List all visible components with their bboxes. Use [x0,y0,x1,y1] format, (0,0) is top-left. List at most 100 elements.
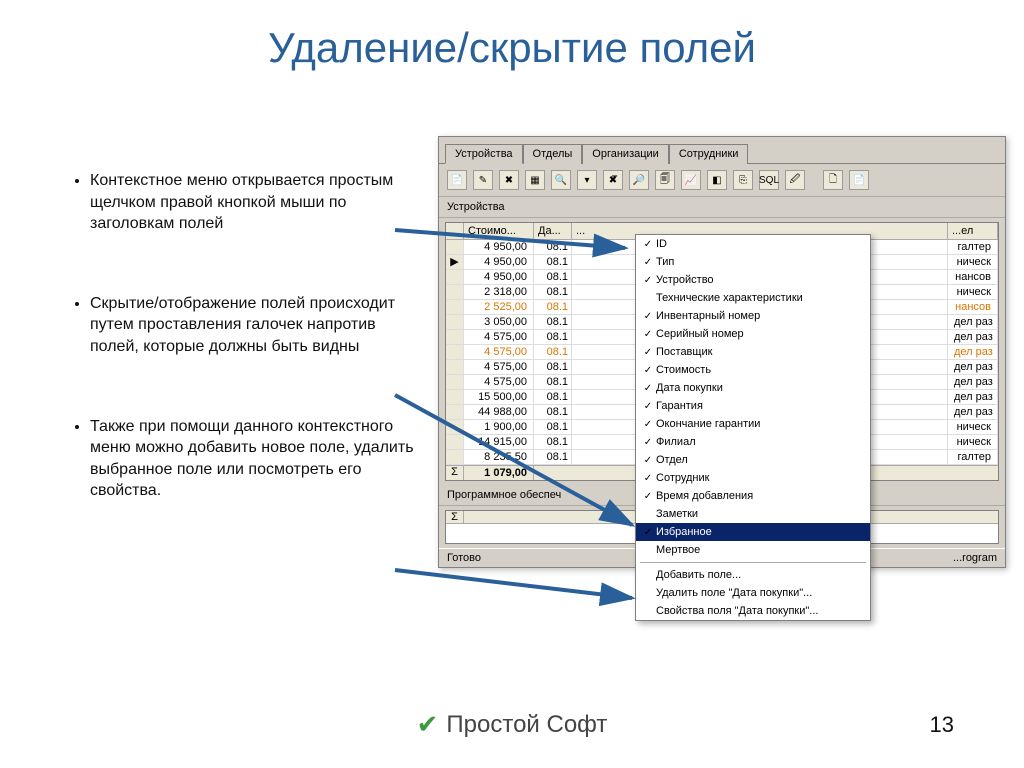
ctx-label: Свойства поля "Дата покупки"... [656,605,864,617]
status-right: ...rogram [953,552,997,564]
ctx-label: Гарантия [656,400,864,412]
cell-date: 08.1 [534,420,572,434]
check-icon: ✓ [640,419,656,430]
toolbar-button-5[interactable]: ▾ [577,170,597,190]
grid-header-marker[interactable] [446,223,464,239]
ctx-item[interactable]: ✓Филиал [636,433,870,451]
cell-date: 08.1 [534,285,572,299]
ctx-label: Сотрудник [656,472,864,484]
row-marker [446,285,464,299]
toolbar-button-15[interactable]: 🗋 [823,170,843,190]
cell-cost: 4 575,00 [464,330,534,344]
grid-header-cost[interactable]: Стоимо... [464,223,534,239]
cell-branch: дел раз [948,405,998,419]
check-icon: ✓ [640,365,656,376]
ctx-item[interactable]: ✓Тип [636,253,870,271]
toolbar: 📄 ✎ ✖ ▦ 🔍 ▾ ✖̅ 🔎 🗐 📈 ◧ ⎘ SQL 🖉 🗋 📄 [439,164,1005,197]
ctx-label: Стоимость [656,364,864,376]
tab-employees[interactable]: Сотрудники [669,144,749,164]
slide-title: Удаление/скрытие полей [0,0,1024,72]
context-menu[interactable]: ✓ID✓Тип✓УстройствоТехнические характерис… [635,234,871,621]
ctx-label: Поставщик [656,346,864,358]
bullet-item: Контекстное меню открывается простым щел… [90,170,420,235]
row-marker: ▶ [446,255,464,269]
cell-cost: 4 950,00 [464,240,534,254]
cell-cost: 2 525,00 [464,300,534,314]
ctx-action[interactable]: Свойства поля "Дата покупки"... [636,602,870,620]
ctx-item[interactable]: Технические характеристики [636,289,870,307]
status-text: Готово [447,552,481,564]
ctx-label: Отдел [656,454,864,466]
check-icon: ✓ [640,437,656,448]
ctx-item[interactable]: ✓Избранное [636,523,870,541]
row-marker [446,315,464,329]
row-marker [446,240,464,254]
grid-header-date[interactable]: Да... [534,223,572,239]
ctx-label: Технические характеристики [656,292,864,304]
row-marker [446,345,464,359]
toolbar-button-12[interactable]: SQL [759,170,779,190]
check-icon: ✓ [640,455,656,466]
ctx-label: Дата покупки [656,382,864,394]
toolbar-button-9[interactable]: 📈 [681,170,701,190]
cell-date: 08.1 [534,390,572,404]
section-label: Устройства [439,197,1005,218]
page-number: 13 [930,712,954,738]
ctx-label: Инвентарный номер [656,310,864,322]
toolbar-button-8[interactable]: 🗐 [655,170,675,190]
toolbar-button-3[interactable]: ▦ [525,170,545,190]
cell-date: 08.1 [534,435,572,449]
bullet-item: Также при помощи данного контекстного ме… [90,416,420,502]
cell-date: 08.1 [534,315,572,329]
cell-cost: 4 575,00 [464,345,534,359]
toolbar-button-1[interactable]: ✎ [473,170,493,190]
cell-branch: дел раз [948,330,998,344]
grid-sum-value: 1 079,00 [464,466,534,480]
ctx-label: Серийный номер [656,328,864,340]
grid-header-branch[interactable]: ...ел [948,223,998,239]
ctx-item[interactable]: ✓Серийный номер [636,325,870,343]
cell-branch: дел раз [948,345,998,359]
tab-organizations[interactable]: Организации [582,144,669,164]
tab-devices[interactable]: Устройства [445,144,523,164]
check-icon: ✓ [640,473,656,484]
ctx-item[interactable]: ✓Окончание гарантии [636,415,870,433]
company-logo: ✔ Простой Софт [417,709,608,740]
ctx-item[interactable]: ✓Время добавления [636,487,870,505]
toolbar-button-11[interactable]: ⎘ [733,170,753,190]
toolbar-button-6[interactable]: ✖̅ [603,170,623,190]
ctx-label: Устройство [656,274,864,286]
toolbar-button-13[interactable]: 🖉 [785,170,805,190]
check-icon: ✓ [640,383,656,394]
ctx-item[interactable]: ✓Гарантия [636,397,870,415]
ctx-item[interactable]: ✓Поставщик [636,343,870,361]
ctx-item[interactable]: ✓ID [636,235,870,253]
toolbar-button-0[interactable]: 📄 [447,170,467,190]
cell-branch: ническ [948,285,998,299]
tab-departments[interactable]: Отделы [523,144,583,164]
cell-date: 08.1 [534,240,572,254]
ctx-action[interactable]: Добавить поле... [636,566,870,584]
ctx-item[interactable]: ✓Инвентарный номер [636,307,870,325]
cell-branch: ническ [948,435,998,449]
toolbar-button-16[interactable]: 📄 [849,170,869,190]
ctx-item[interactable]: ✓Отдел [636,451,870,469]
toolbar-button-4[interactable]: 🔍 [551,170,571,190]
sigma-icon: Σ [446,511,464,523]
cell-branch: ническ [948,420,998,434]
check-icon: ✓ [640,239,656,250]
ctx-item[interactable]: ✓Дата покупки [636,379,870,397]
row-marker [446,375,464,389]
row-marker [446,420,464,434]
ctx-item[interactable]: ✓Стоимость [636,361,870,379]
ctx-item[interactable]: Заметки [636,505,870,523]
toolbar-button-2[interactable]: ✖ [499,170,519,190]
cell-date: 08.1 [534,375,572,389]
toolbar-button-7[interactable]: 🔎 [629,170,649,190]
toolbar-button-10[interactable]: ◧ [707,170,727,190]
ctx-item[interactable]: ✓Устройство [636,271,870,289]
ctx-action[interactable]: Удалить поле "Дата покупки"... [636,584,870,602]
ctx-item[interactable]: Мертвое [636,541,870,559]
ctx-item[interactable]: ✓Сотрудник [636,469,870,487]
row-marker [446,300,464,314]
